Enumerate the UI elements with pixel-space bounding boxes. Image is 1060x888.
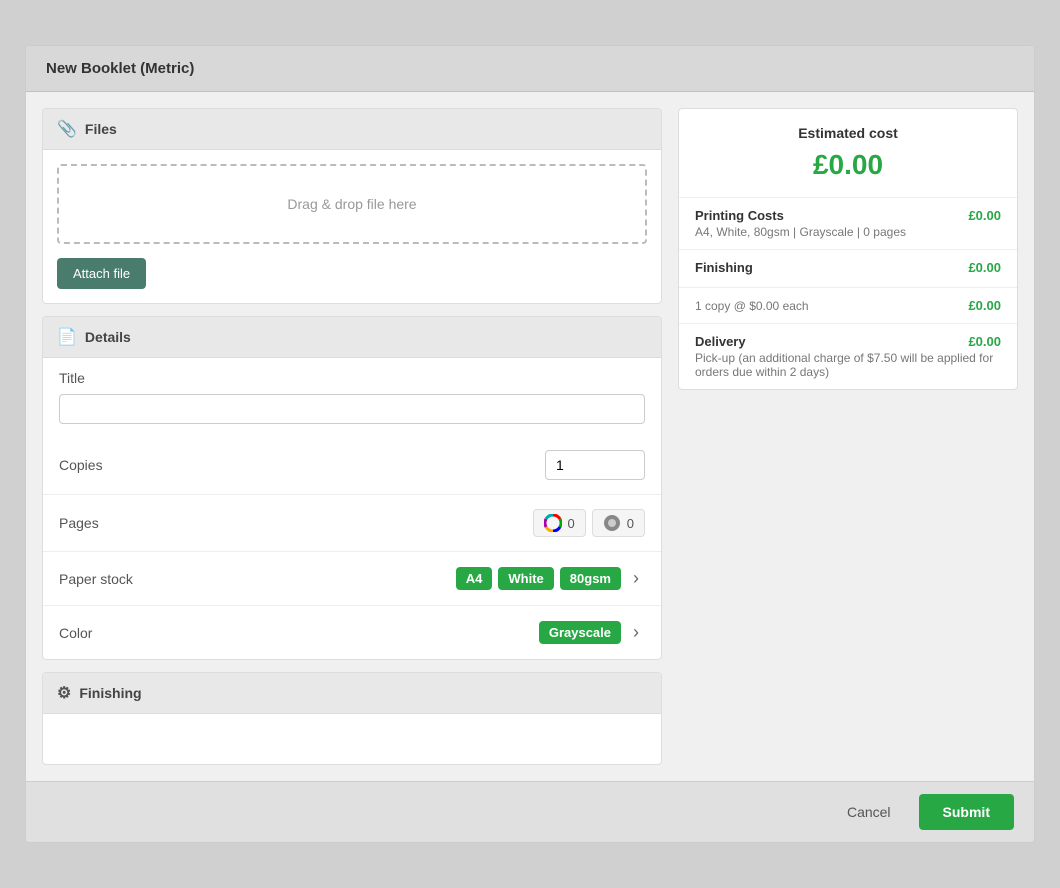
paper-stock-color-tag: White: [498, 567, 553, 590]
cost-header: Estimated cost £0.00: [679, 109, 1017, 198]
printing-costs-sub: A4, White, 80gsm | Grayscale | 0 pages: [695, 225, 1001, 239]
title-row: Title: [43, 358, 661, 436]
copy-label: 1 copy @ $0.00 each: [695, 299, 809, 313]
paper-stock-value-container: A4 White 80gsm ›: [179, 566, 645, 591]
paperclip-icon: 📎: [57, 119, 77, 139]
left-panel: 📎 Files Drag & drop file here Attach fil…: [42, 108, 662, 765]
sliders-icon: ⚙: [57, 683, 71, 703]
copies-input[interactable]: [545, 450, 645, 480]
copy-inline: 1 copy @ $0.00 each £0.00: [695, 298, 1001, 313]
printing-costs-title: Printing Costs £0.00: [695, 208, 1001, 223]
modal-body: 📎 Files Drag & drop file here Attach fil…: [26, 92, 1034, 781]
document-icon: 📄: [57, 327, 77, 347]
pages-row: Pages: [43, 495, 661, 552]
cost-card: Estimated cost £0.00 Printing Costs £0.0…: [678, 108, 1018, 390]
finishing-cost-title: Finishing £0.00: [695, 260, 1001, 275]
cost-title: Estimated cost: [695, 125, 1001, 141]
paper-stock-row: Paper stock A4 White 80gsm ›: [43, 552, 661, 606]
finishing-section: ⚙ Finishing: [42, 672, 662, 765]
delivery-sub: Pick-up (an additional charge of $7.50 w…: [695, 351, 1001, 379]
delivery-row: Delivery £0.00 Pick-up (an additional ch…: [679, 324, 1017, 389]
details-section-header: 📄 Details: [43, 317, 661, 358]
title-label: Title: [59, 370, 645, 386]
copies-row: Copies: [43, 436, 661, 495]
copies-label: Copies: [59, 457, 179, 473]
details-section-title: Details: [85, 329, 131, 345]
attach-file-button[interactable]: Attach file: [57, 258, 146, 289]
file-dropzone[interactable]: Drag & drop file here: [57, 164, 647, 244]
color-chevron[interactable]: ›: [627, 620, 645, 645]
color-row: Color Grayscale ›: [43, 606, 661, 659]
cancel-button[interactable]: Cancel: [831, 796, 907, 828]
paper-stock-weight-tag: 80gsm: [560, 567, 621, 590]
pages-value-container: 0 0: [179, 509, 645, 537]
modal-title: New Booklet (Metric): [46, 60, 194, 77]
finishing-section-title: Finishing: [79, 685, 141, 701]
copy-value: £0.00: [968, 298, 1001, 313]
modal-footer: Cancel Submit: [26, 781, 1034, 842]
pages-label: Pages: [59, 515, 179, 531]
paper-stock-label: Paper stock: [59, 571, 179, 587]
delivery-value: £0.00: [968, 334, 1001, 349]
printing-costs-value: £0.00: [968, 208, 1001, 223]
submit-button[interactable]: Submit: [919, 794, 1014, 830]
files-section-title: Files: [85, 121, 117, 137]
files-section-header: 📎 Files: [43, 109, 661, 150]
printing-costs-row: Printing Costs £0.00 A4, White, 80gsm | …: [679, 198, 1017, 250]
delivery-label: Delivery: [695, 334, 746, 349]
finishing-body: [43, 714, 661, 764]
copies-value-container: [179, 450, 645, 480]
color-pages-icon: [544, 514, 562, 532]
finishing-cost-row: Finishing £0.00: [679, 250, 1017, 288]
finishing-section-header: ⚙ Finishing: [43, 673, 661, 714]
bw-pages-badge: 0: [592, 509, 645, 537]
title-input[interactable]: [59, 394, 645, 424]
delivery-title: Delivery £0.00: [695, 334, 1001, 349]
details-section: 📄 Details Title Copies: [42, 316, 662, 660]
finishing-cost-label: Finishing: [695, 260, 753, 275]
modal-header: New Booklet (Metric): [26, 46, 1034, 92]
color-value-tag: Grayscale: [539, 621, 621, 644]
files-section: 📎 Files Drag & drop file here Attach fil…: [42, 108, 662, 304]
cost-amount: £0.00: [695, 149, 1001, 181]
dropzone-text: Drag & drop file here: [287, 196, 416, 212]
color-label: Color: [59, 625, 179, 641]
bw-pages-count: 0: [627, 516, 634, 531]
printing-costs-label: Printing Costs: [695, 208, 784, 223]
finishing-cost-value: £0.00: [968, 260, 1001, 275]
color-pages-count: 0: [568, 516, 575, 531]
copy-cost-row: 1 copy @ $0.00 each £0.00: [679, 288, 1017, 324]
paper-stock-chevron[interactable]: ›: [627, 566, 645, 591]
bw-pages-icon: [603, 514, 621, 532]
color-value-container: Grayscale ›: [179, 620, 645, 645]
paper-stock-size-tag: A4: [456, 567, 493, 590]
right-panel: Estimated cost £0.00 Printing Costs £0.0…: [678, 108, 1018, 390]
color-pages-badge: 0: [533, 509, 586, 537]
